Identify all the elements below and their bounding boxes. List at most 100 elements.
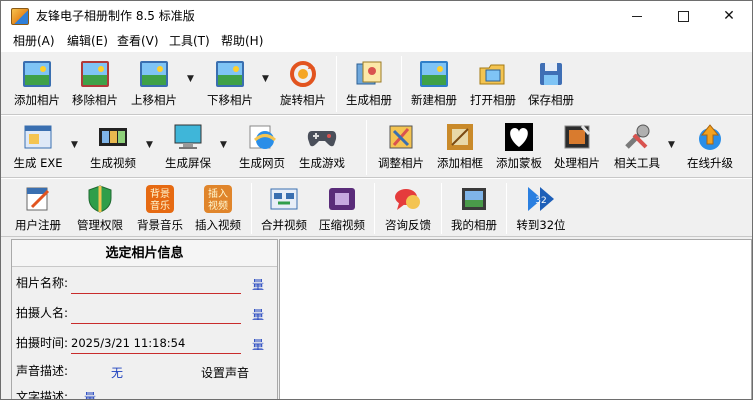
- move-down-photo-button[interactable]: 下移相片: [203, 52, 257, 114]
- menu-view[interactable]: 查看(V): [115, 32, 161, 50]
- photo-preview-area[interactable]: [279, 239, 752, 399]
- shield-icon: [84, 183, 116, 215]
- svg-text:32: 32: [535, 196, 546, 206]
- add-mask-button[interactable]: 添加蒙板: [492, 116, 546, 177]
- generate-exe-button[interactable]: 生成 EXE: [11, 116, 65, 177]
- manage-permissions-button[interactable]: 管理权限: [73, 179, 127, 236]
- generate-screensaver-button[interactable]: 生成屏保: [161, 116, 215, 177]
- add-mask-icon: [503, 121, 535, 153]
- add-photo-label: 添加相片: [14, 93, 60, 107]
- remove-photo-icon: [79, 58, 111, 90]
- toolbar-separator: [401, 56, 402, 112]
- new-album-label: 新建相册: [411, 93, 457, 107]
- online-upgrade-button[interactable]: 在线升级: [683, 116, 737, 177]
- new-album-icon: [418, 58, 450, 90]
- online-upgrade-icon: [694, 121, 726, 153]
- shoot-time-field[interactable]: 2025/3/21 11:18:54: [71, 334, 241, 354]
- new-album-button[interactable]: 新建相册: [408, 52, 460, 114]
- generate-game-button[interactable]: 生成游戏: [295, 116, 349, 177]
- rotate-photo-icon: [287, 58, 319, 90]
- text-desc-label: 文字描述:: [16, 390, 69, 400]
- feedback-label: 咨询反馈: [385, 218, 431, 232]
- generate-webpage-button[interactable]: 生成网页: [235, 116, 289, 177]
- background-music-icon: 背景 音乐: [144, 183, 176, 215]
- photographer-edit-button[interactable]: 量: [252, 306, 264, 324]
- shoot-time-row: 拍摄时间: 2025/3/21 11:18:54 量: [16, 334, 276, 354]
- insert-video-label: 插入视频: [195, 218, 241, 232]
- process-photo-button[interactable]: 处理相片: [550, 116, 604, 177]
- my-album-button[interactable]: 我的相册: [447, 179, 501, 236]
- generate-video-button[interactable]: 生成视频: [85, 116, 141, 177]
- save-album-label: 保存相册: [528, 93, 574, 107]
- exe-dropdown-icon[interactable]: ▼: [71, 140, 78, 150]
- close-button[interactable]: ✕: [706, 1, 752, 31]
- photo-name-field[interactable]: [71, 274, 241, 294]
- screensaver-icon: [172, 121, 204, 153]
- compress-video-button[interactable]: 压缩视频: [315, 179, 369, 236]
- online-upgrade-label: 在线升级: [687, 156, 733, 170]
- adjust-photo-label: 调整相片: [378, 156, 424, 170]
- video-dropdown-icon[interactable]: ▼: [146, 140, 153, 150]
- tools-icon: [621, 121, 653, 153]
- tools-dropdown-icon[interactable]: ▼: [668, 140, 675, 150]
- voice-desc-value: 无: [111, 366, 124, 380]
- set-voice-button[interactable]: 设置声音: [201, 364, 249, 382]
- screensaver-dropdown-icon[interactable]: ▼: [220, 140, 227, 150]
- feedback-button[interactable]: 咨询反馈: [381, 179, 435, 236]
- move-down-dropdown-icon[interactable]: ▼: [262, 74, 269, 84]
- svg-text:插入: 插入: [208, 187, 228, 200]
- move-down-photo-label: 下移相片: [207, 93, 253, 107]
- feedback-icon: [392, 183, 424, 215]
- rotate-photo-button[interactable]: 旋转相片: [277, 52, 329, 114]
- related-tools-button[interactable]: 相关工具: [609, 116, 665, 177]
- toolbar-separator: [336, 56, 337, 112]
- voice-desc-row: 声音描述: 无 设置声音: [16, 362, 276, 382]
- text-desc-edit-button[interactable]: 量: [84, 389, 96, 399]
- generate-album-icon: [353, 58, 385, 90]
- toolbar-separator: [506, 183, 507, 234]
- rotate-photo-label: 旋转相片: [280, 93, 326, 107]
- photo-name-edit-button[interactable]: 量: [252, 276, 264, 294]
- open-album-button[interactable]: 打开相册: [467, 52, 519, 114]
- move-up-photo-button[interactable]: 上移相片: [127, 52, 181, 114]
- insert-video-icon: 插入 视频: [202, 183, 234, 215]
- menu-edit[interactable]: 编辑(E): [65, 32, 110, 50]
- adjust-photo-button[interactable]: 调整相片: [375, 116, 427, 177]
- register-button[interactable]: 用户注册: [11, 179, 65, 236]
- exe-icon: [22, 121, 54, 153]
- switch-32bit-icon: 32: [525, 183, 557, 215]
- register-icon: [22, 183, 54, 215]
- move-up-dropdown-icon[interactable]: ▼: [187, 74, 194, 84]
- insert-video-button[interactable]: 插入 视频 插入视频: [191, 179, 245, 236]
- minimize-button[interactable]: [614, 1, 660, 31]
- svg-text:音乐: 音乐: [150, 199, 170, 212]
- process-photo-icon: [561, 121, 593, 153]
- background-music-button[interactable]: 背景 音乐 背景音乐: [133, 179, 187, 236]
- remove-photo-button[interactable]: 移除相片: [69, 52, 121, 114]
- shoot-time-edit-button[interactable]: 量: [252, 336, 264, 354]
- menu-album[interactable]: 相册(A): [11, 32, 57, 50]
- switch-32bit-button[interactable]: 32 转到32位: [513, 179, 569, 236]
- menu-tools[interactable]: 工具(T): [167, 32, 212, 50]
- toolbar-photos: 添加相片 移除相片 上移相片 ▼ 下移相片 ▼ 旋转相片 生成相册 新建相册 打…: [1, 51, 752, 115]
- toolbar-separator: [374, 183, 375, 234]
- save-album-button[interactable]: 保存相册: [525, 52, 577, 114]
- menu-help[interactable]: 帮助(H): [219, 32, 265, 50]
- move-up-photo-icon: [138, 58, 170, 90]
- move-up-photo-label: 上移相片: [131, 93, 177, 107]
- shoot-time-label: 拍摄时间:: [16, 336, 69, 350]
- maximize-button[interactable]: [660, 1, 706, 31]
- merge-video-button[interactable]: 合并视频: [257, 179, 311, 236]
- add-frame-button[interactable]: 添加相框: [433, 116, 487, 177]
- gamepad-icon: [306, 121, 338, 153]
- video-film-icon: [97, 121, 129, 153]
- add-photo-button[interactable]: 添加相片: [11, 52, 63, 114]
- related-tools-label: 相关工具: [614, 156, 660, 170]
- menu-bar: 相册(A) 编辑(E) 查看(V) 工具(T) 帮助(H): [1, 31, 752, 51]
- open-album-icon: [477, 58, 509, 90]
- photographer-field[interactable]: [71, 304, 241, 324]
- toolbar-separator: [251, 183, 252, 234]
- generate-album-button[interactable]: 生成相册: [343, 52, 395, 114]
- photo-info-panel: 选定相片信息 相片名称: 量 拍摄人名: 量 拍摄时间: 2025/3/21 1…: [11, 239, 278, 400]
- open-album-label: 打开相册: [470, 93, 516, 107]
